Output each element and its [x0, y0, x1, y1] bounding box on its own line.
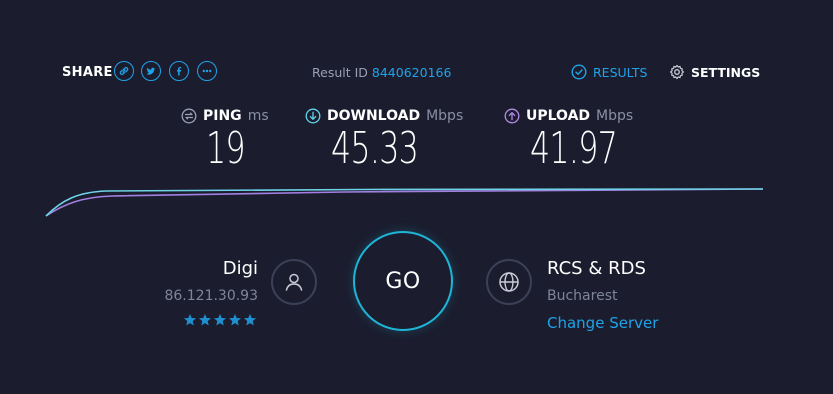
isp-avatar: [271, 259, 317, 305]
ping-header: PING ms: [181, 108, 269, 124]
star-icon: [244, 314, 256, 326]
download-speed-line: [45, 188, 764, 217]
upload-icon: [504, 108, 520, 124]
ping-unit: ms: [247, 108, 269, 124]
ping-value: 19: [206, 123, 246, 174]
result-id-link[interactable]: 8440620166: [372, 65, 452, 80]
twitter-icon[interactable]: [141, 61, 161, 81]
star-icon: [229, 314, 241, 326]
server-globe: [486, 259, 532, 305]
download-value: 45.33: [331, 123, 419, 174]
download-icon: [305, 108, 321, 124]
speed-graph: [45, 188, 764, 217]
change-server-link[interactable]: Change Server: [547, 314, 658, 332]
result-label-text: Result ID: [312, 65, 368, 80]
isp-rating[interactable]: [183, 313, 257, 327]
upload-unit: Mbps: [596, 108, 634, 124]
ping-icon: [181, 108, 197, 124]
star-icon: [214, 314, 226, 326]
settings-button[interactable]: SETTINGS: [669, 64, 760, 80]
server-city: Bucharest: [547, 288, 618, 304]
isp-ip: 86.121.30.93: [164, 288, 258, 304]
gear-icon: [670, 64, 684, 80]
settings-label: SETTINGS: [691, 64, 761, 80]
upload-header: UPLOAD Mbps: [504, 108, 633, 124]
star-icon: [199, 314, 211, 326]
ping-label: PING: [203, 108, 242, 124]
results-button[interactable]: RESULTS: [571, 64, 647, 80]
download-label: DOWNLOAD: [327, 108, 421, 124]
link-icon[interactable]: [114, 61, 134, 81]
globe-icon: [499, 272, 519, 292]
share-label: SHARE: [62, 65, 113, 80]
server-name: RCS & RDS: [547, 258, 646, 279]
download-unit: Mbps: [426, 108, 464, 124]
upload-value: 41.97: [530, 123, 618, 174]
upload-label: UPLOAD: [526, 108, 591, 124]
more-icon[interactable]: [197, 61, 217, 81]
upload-speed-line: [45, 188, 764, 217]
check-circle-icon: [571, 64, 587, 80]
facebook-icon[interactable]: [169, 61, 189, 81]
isp-name: Digi: [222, 258, 258, 279]
star-icon: [184, 314, 196, 326]
result-id-label: Result ID 8440620166: [312, 65, 451, 80]
user-icon: [285, 273, 303, 291]
results-label: RESULTS: [593, 64, 648, 80]
go-button[interactable]: GO: [353, 231, 453, 331]
download-header: DOWNLOAD Mbps: [305, 108, 463, 124]
